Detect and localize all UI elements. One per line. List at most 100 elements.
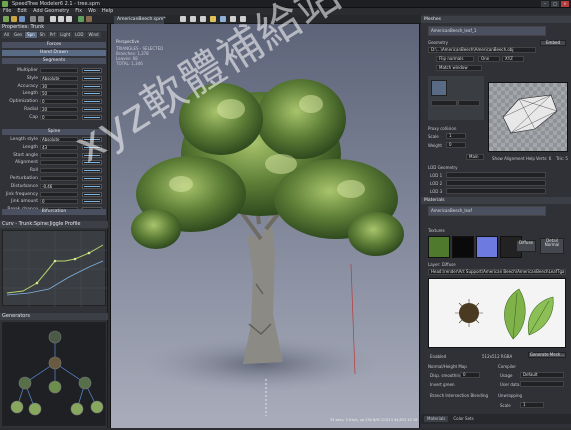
flip-normals-field[interactable]: Flip normals [436, 56, 474, 62]
spine-row: Perturbation [4, 176, 104, 182]
mesh-preview[interactable] [488, 82, 568, 152]
lod2-field[interactable] [446, 180, 546, 186]
segments-section[interactable]: Segments [2, 58, 106, 64]
branch-icon[interactable] [86, 16, 92, 22]
segment-curve-button[interactable] [82, 83, 102, 89]
curve-graph[interactable] [3, 231, 107, 307]
lod3-field[interactable] [446, 188, 546, 194]
wireframe-icon[interactable] [190, 16, 196, 22]
spine-curve-button[interactable] [82, 176, 102, 181]
detail-normal-button[interactable]: Detail Normal [540, 238, 564, 254]
orientation-icon[interactable] [431, 80, 447, 96]
save-icon[interactable] [19, 16, 25, 22]
growth-field[interactable] [431, 100, 457, 106]
segment-value-field[interactable]: 0 [40, 99, 78, 105]
normal-texture-thumb[interactable] [476, 236, 498, 258]
branch-blending-label[interactable]: Branch Intersection Blending [430, 393, 488, 398]
embed-button[interactable]: Embed [540, 40, 566, 46]
open-icon[interactable] [11, 16, 17, 22]
generator-graph[interactable] [2, 322, 106, 426]
curve-editor[interactable] [2, 230, 107, 307]
spine-curve-button[interactable] [82, 191, 102, 197]
segment-value-field[interactable]: 50 [40, 91, 78, 97]
textures-label: Textures [428, 228, 445, 233]
material-selector[interactable]: AmericanBeech_leaf [428, 206, 546, 216]
tab-light[interactable]: Light [58, 32, 73, 38]
mesh-path-field[interactable]: D:\...\AmericanBeech\AmericanBeech.obj [428, 47, 536, 53]
user-data-field[interactable] [520, 381, 564, 387]
sun-icon[interactable] [210, 16, 216, 22]
tab-materials[interactable]: Materials [424, 416, 449, 422]
xyz-field[interactable]: XYZ [502, 56, 524, 62]
tab-spine[interactable]: Spn [25, 32, 37, 38]
menu-edit[interactable]: Edit [17, 8, 27, 15]
spine-value-field[interactable]: 0 [40, 199, 78, 205]
menu-add-geometry[interactable]: Add Geometry [33, 8, 69, 15]
spine-value-field[interactable] [40, 160, 78, 166]
tab-color-sets[interactable]: Color Sets [450, 416, 476, 422]
bifurcation-section[interactable]: Bifurcation [2, 209, 106, 215]
spine-value-field[interactable]: 43 [40, 144, 78, 150]
alpha-texture-thumb[interactable] [452, 236, 474, 258]
close-button[interactable]: × [561, 1, 569, 7]
tab-sh[interactable]: Sh [37, 32, 47, 38]
leaf-icon[interactable] [78, 16, 84, 22]
weight-field[interactable]: 0 [446, 142, 466, 148]
segment-value-field[interactable] [40, 68, 78, 73]
tab-lod[interactable]: LOD [73, 32, 86, 38]
viewport-tab[interactable]: AmericanBeech.spm* [114, 16, 166, 24]
diffuse-button[interactable]: Diffuse [516, 240, 536, 252]
normal-field[interactable] [458, 100, 480, 106]
segment-value-field[interactable]: Absolute [40, 75, 78, 81]
menu-wo[interactable]: Wo [88, 8, 96, 15]
generate-mesh-button[interactable]: Generate Mesh... [528, 352, 566, 358]
spine-value-field[interactable] [40, 191, 78, 197]
enabled-label[interactable]: Enabled [430, 354, 446, 359]
tab-wind[interactable]: Wind [86, 32, 101, 38]
menu-fix[interactable]: Fix [75, 8, 82, 15]
undo-icon[interactable] [30, 16, 36, 22]
rotate-icon[interactable] [66, 16, 72, 22]
usage-field[interactable]: Default [520, 372, 564, 378]
tab-gen[interactable]: Gen [11, 32, 25, 38]
match-window-field[interactable]: Match window [436, 65, 482, 71]
spine-label: Length style [10, 137, 38, 142]
menu-file[interactable]: File [3, 8, 11, 15]
segment-curve-button[interactable] [82, 68, 102, 73]
segment-value-field[interactable]: 30 [40, 83, 78, 89]
hand-drawn-section[interactable]: Hand Drawn [2, 50, 106, 56]
tab-prf[interactable]: Prf [47, 32, 58, 38]
texture-preview[interactable] [428, 278, 566, 348]
texture-path-field[interactable]: Head:\render\Art Support\American Beech\… [428, 269, 566, 275]
light-icon[interactable] [200, 16, 206, 22]
redo-icon[interactable] [38, 16, 44, 22]
one-field[interactable]: One [478, 56, 500, 62]
unwrap-scale-field[interactable]: 1 [520, 402, 544, 408]
move-icon[interactable] [58, 16, 64, 22]
mesh-selector[interactable]: AmericanBeech_leaf_1 [428, 26, 546, 36]
spine-curve-button[interactable] [82, 183, 102, 189]
invert-green-label[interactable]: Invert green [430, 382, 455, 387]
spine-value-field[interactable] [40, 168, 78, 174]
main-field[interactable]: Main [466, 154, 484, 160]
segment-curve-button[interactable] [82, 75, 102, 81]
new-icon[interactable] [3, 16, 9, 22]
forces-section[interactable]: Forces [2, 42, 106, 48]
scale-field[interactable]: 1 [446, 133, 466, 139]
camera-icon[interactable] [180, 16, 186, 22]
lod1-field[interactable] [446, 172, 546, 178]
minimize-button[interactable]: – [541, 1, 549, 7]
tab-all[interactable]: All [2, 32, 11, 38]
maximize-button[interactable]: □ [551, 1, 559, 7]
disp-smoothing-field[interactable]: 0 [460, 372, 480, 378]
alignment-help-label[interactable]: Show Alignment Help [492, 156, 535, 161]
spine-value-field[interactable]: -0.46 [40, 183, 78, 189]
spine-value-field[interactable] [40, 152, 78, 158]
select-icon[interactable] [50, 16, 56, 22]
spine-curve-button[interactable] [82, 199, 102, 205]
menu-help[interactable]: Help [102, 8, 113, 15]
spine-value-field[interactable] [40, 176, 78, 181]
diffuse-texture-thumb[interactable] [428, 236, 450, 258]
generator-tree[interactable] [3, 323, 107, 427]
segment-row: Accuracy 30 [4, 83, 104, 90]
